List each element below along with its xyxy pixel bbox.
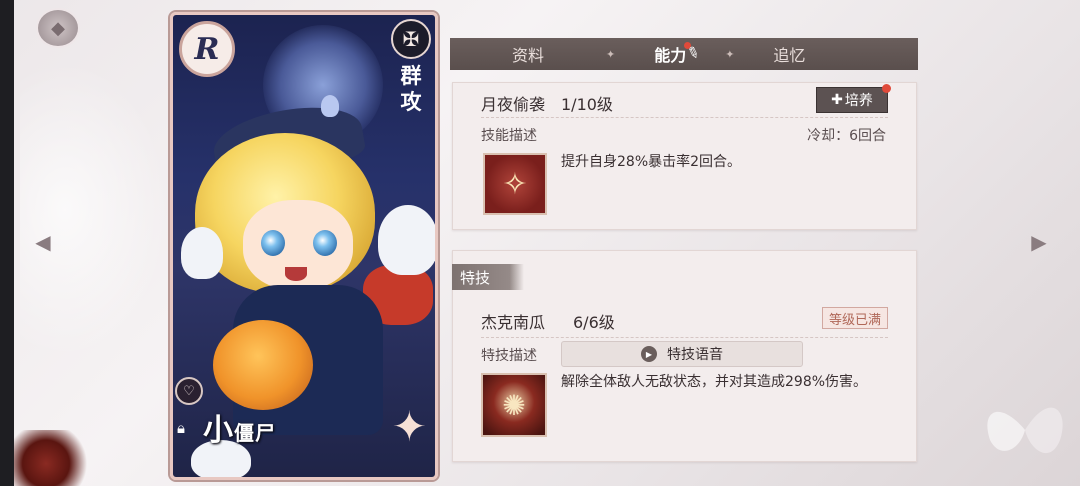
left-arrow-icon: ◀ <box>35 230 51 254</box>
ghost-illustration <box>321 95 339 117</box>
background-swirl <box>20 60 170 360</box>
rose-decoration <box>14 430 94 486</box>
tab-profile[interactable]: 资料 <box>450 38 606 70</box>
skill-icon[interactable]: ✧ <box>483 153 547 215</box>
character-eye-left <box>261 230 285 256</box>
divider <box>481 337 888 338</box>
voice-label: 特技语音 <box>667 347 723 363</box>
special-desc-label: 特技描述 <box>481 348 537 364</box>
play-icon: ▶ <box>641 346 657 362</box>
level-maxed-badge: 等级已满 <box>821 307 888 329</box>
tab-label: 资料 <box>511 46 544 65</box>
class-emblem-icon: ✠ <box>391 19 431 59</box>
skill-desc-label: 技能描述 <box>481 128 537 144</box>
tab-bar: 资料 ✦ 能力 ✎ ✦ 追忆 <box>450 38 918 70</box>
notification-dot <box>882 84 891 93</box>
tab-label: 追忆 <box>773 46 806 65</box>
tab-separator: ✦ <box>606 47 616 61</box>
skill-cooldown: 冷却：6回合 <box>807 128 886 144</box>
rarity-badge: R <box>179 21 235 77</box>
left-edge-strip <box>0 0 14 486</box>
character-card[interactable]: R ✠ 群攻 ♡ 🔒︎ 小僵尸 ✦ <box>170 12 438 480</box>
skill-name: 月夜偷袭 <box>481 95 546 114</box>
lock-icon[interactable]: 🔒︎ <box>177 419 195 439</box>
character-name-main: 僵尸 <box>234 421 276 445</box>
tab-label: 能力 <box>654 46 687 65</box>
sparkle-icon: ✦ <box>391 402 427 451</box>
home-icon: ◆ <box>51 17 65 39</box>
heart-icon[interactable]: ♡ <box>175 377 203 405</box>
next-character-button[interactable]: ▶ <box>1024 230 1054 254</box>
divider <box>481 117 888 118</box>
special-description: 解除全体敌人无敌状态，并对其造成298%伤害。 <box>561 374 868 390</box>
special-voice-button[interactable]: ▶ 特技语音 <box>561 341 803 367</box>
special-icon[interactable]: ✺ <box>481 373 547 437</box>
ghost-illustration <box>181 227 223 279</box>
butterfly-decoration <box>987 407 1063 454</box>
character-eye-right <box>313 230 337 256</box>
attack-type-label: 群攻 <box>400 64 422 114</box>
pumpkin-lantern <box>213 320 313 410</box>
previous-character-button[interactable]: ◀ <box>28 230 58 254</box>
tab-ability[interactable]: 能力 ✎ <box>615 38 725 70</box>
skill-level: 1/10级 <box>561 95 613 114</box>
special-name: 杰克南瓜 <box>481 313 546 332</box>
character-name-prefix: 小 <box>203 413 234 448</box>
nurture-label: 培养 <box>844 93 873 109</box>
skill-panel: 月夜偷袭 1/10级 ✚ 培养 技能描述 冷却：6回合 ✧ 提升自身28%暴击率… <box>452 82 917 230</box>
character-name: 小僵尸 <box>203 405 276 449</box>
character-mouth <box>285 267 307 281</box>
skill-description: 提升自身28%暴击率2回合。 <box>561 154 742 170</box>
special-level: 6/6级 <box>573 313 615 332</box>
tab-memory[interactable]: 追忆 <box>734 38 844 70</box>
ghost-illustration <box>378 205 435 275</box>
right-arrow-icon: ▶ <box>1031 230 1047 254</box>
tab-separator: ✦ <box>725 47 735 61</box>
home-button[interactable]: ◆ <box>36 8 80 48</box>
special-header: 特技 <box>452 264 524 290</box>
nurture-button[interactable]: ✚ 培养 <box>816 84 891 113</box>
plus-icon: ✚ <box>831 92 843 108</box>
